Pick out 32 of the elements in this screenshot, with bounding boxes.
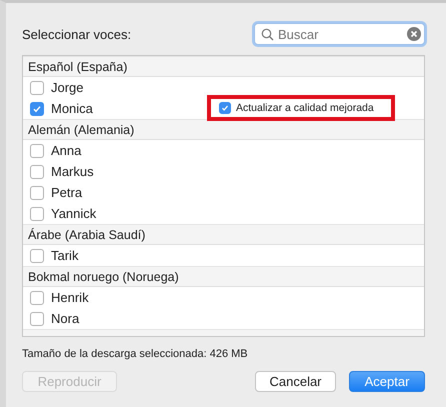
checkbox[interactable] — [219, 102, 231, 114]
select-voices-label: Seleccionar voces: — [22, 26, 132, 42]
language-header: Bokmal noruego (Noruega) — [23, 266, 424, 287]
search-bar[interactable]: Buscar — [254, 23, 425, 45]
checkbox[interactable] — [30, 144, 44, 158]
checkbox[interactable] — [30, 206, 44, 220]
voice-name: Monica — [51, 101, 93, 116]
dialog-button[interactable]: Aceptar — [349, 371, 425, 392]
checkbox[interactable] — [30, 80, 44, 94]
language-header: Español (España) — [23, 56, 424, 77]
voice-name: Petra — [51, 185, 82, 200]
checkbox[interactable] — [30, 312, 44, 326]
voice-name: Jorge — [51, 80, 84, 95]
voice-name: Anna — [51, 143, 82, 158]
voice-name: Nora — [51, 311, 80, 326]
checkbox[interactable] — [30, 102, 44, 116]
checkbox[interactable] — [30, 164, 44, 178]
voice-name: Yannick — [51, 206, 96, 221]
upgrade-label: Actualizar a calidad mejorada — [236, 102, 374, 114]
search-input[interactable]: Buscar — [278, 26, 403, 42]
checkbox[interactable] — [30, 186, 44, 200]
search-icon — [261, 28, 274, 40]
clear-icon[interactable] — [407, 27, 421, 41]
language-header: Alemán (Alemania) — [23, 119, 424, 140]
dialog-button[interactable]: Cancelar — [255, 371, 336, 392]
language-header: Árabe (Arabia Saudí) — [23, 224, 424, 245]
voice-name: Tarik — [51, 248, 78, 263]
checkbox[interactable] — [30, 248, 44, 262]
download-size-text: Tamaño de la descarga seleccionada: 426 MB — [22, 348, 249, 360]
voice-name: Markus — [51, 164, 94, 179]
checkbox[interactable] — [30, 290, 44, 304]
voice-name: Henrik — [51, 290, 89, 305]
